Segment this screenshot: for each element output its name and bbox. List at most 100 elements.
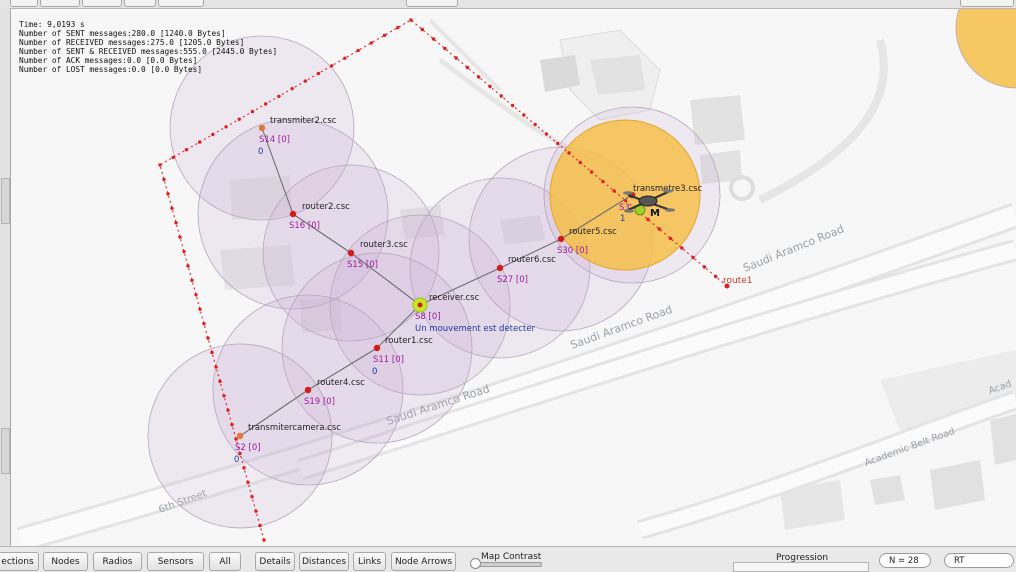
route-waypoint — [277, 94, 281, 99]
stats-line: Number of ACK messages:0.0 [0.0 Bytes] — [19, 56, 197, 65]
node-name: receiver.csc — [429, 293, 480, 303]
left-panel-handle[interactable] — [1, 178, 10, 224]
route-waypoint — [443, 46, 447, 51]
route-waypoint — [202, 321, 206, 326]
top-tab[interactable] — [40, 0, 80, 7]
route-waypoint — [184, 148, 189, 152]
node-id: S27 [0] — [497, 275, 528, 285]
node-id: S8 [0] — [415, 312, 441, 322]
route-waypoint — [465, 65, 470, 70]
route-waypoint — [226, 408, 230, 412]
route-waypoint — [197, 140, 202, 144]
stats-line: Number of SENT & RECEIVED messages:555.0… — [19, 47, 277, 56]
stats-line: Number of SENT messages:280.0 [1240.0 By… — [19, 29, 226, 38]
distances-button[interactable]: Distances — [299, 552, 349, 571]
node-name: transmiter2.csc — [270, 116, 337, 126]
route-waypoint — [166, 192, 170, 196]
route-waypoint — [702, 265, 707, 269]
sensors-button[interactable]: Sensors — [147, 552, 204, 571]
route-waypoint — [477, 75, 481, 79]
route-waypoint — [691, 255, 695, 260]
sensor-node-icon[interactable] — [347, 249, 355, 257]
node-count-field: N = 28 — [879, 553, 931, 568]
route-waypoint — [254, 509, 258, 513]
route-waypoint — [246, 480, 250, 485]
route-waypoint — [178, 235, 182, 239]
route-waypoint — [431, 37, 436, 41]
route-waypoint — [556, 141, 560, 146]
sensor-node-icon[interactable] — [557, 235, 565, 243]
sensor-node-icon[interactable] — [373, 344, 381, 352]
node-name: router4.csc — [317, 378, 365, 388]
receiver-message: Un mouvement est detecter — [415, 324, 535, 334]
details-button[interactable]: Details — [255, 552, 295, 571]
nodes-button[interactable]: Nodes — [43, 552, 88, 571]
left-panel-handle[interactable] — [1, 428, 10, 474]
route-waypoint — [234, 437, 238, 441]
route-waypoint — [158, 163, 162, 167]
route-waypoint — [409, 18, 413, 22]
node-id: S30 [0] — [557, 246, 588, 256]
route-waypoint — [714, 274, 718, 279]
route-waypoint — [170, 206, 174, 210]
route-waypoint — [194, 293, 198, 297]
top-tab[interactable] — [158, 0, 204, 7]
route-waypoint — [186, 264, 190, 268]
route-label: route1 — [723, 276, 753, 286]
route-waypoint — [488, 84, 492, 89]
sections-button[interactable]: ections — [0, 552, 39, 571]
stats-line: Time: 9,0193 s — [19, 20, 85, 29]
sensor-node-icon[interactable] — [236, 432, 244, 440]
route-waypoint — [250, 495, 254, 499]
map-contrast-slider[interactable] — [474, 562, 542, 567]
top-tab[interactable] — [960, 0, 1014, 7]
route-waypoint — [356, 48, 360, 53]
sensor-node-icon[interactable] — [304, 386, 312, 394]
node-arrows-button[interactable]: Node Arrows — [391, 552, 456, 571]
left-panel-strip — [0, 8, 11, 546]
top-tab[interactable] — [82, 0, 122, 7]
route-waypoint — [211, 132, 215, 137]
route-waypoint — [224, 125, 228, 129]
route-waypoint — [589, 170, 594, 174]
node-name: router1.csc — [385, 336, 433, 346]
route-waypoint — [222, 394, 226, 398]
map-contrast-slider-handle[interactable] — [470, 558, 481, 569]
sensor-node-icon[interactable] — [258, 124, 266, 132]
node-id: S16 [0] — [289, 221, 320, 231]
top-tab[interactable] — [124, 0, 156, 7]
route-waypoint — [343, 56, 347, 60]
route-waypoint — [601, 179, 605, 184]
route-waypoint — [198, 307, 202, 311]
node-name: router6.csc — [508, 255, 556, 265]
sensor-node-icon[interactable] — [289, 210, 297, 218]
route-waypoint — [316, 71, 321, 76]
simulation-map[interactable]: Saudi Aramco Road Saudi Aramco Road Saud… — [11, 9, 1016, 546]
stats-line: Number of LOST messages:0.0 [0.0 Bytes] — [19, 65, 202, 74]
route-waypoint — [499, 94, 503, 98]
route-waypoint — [567, 151, 571, 155]
route-waypoint — [369, 41, 374, 45]
route-waypoint — [218, 379, 222, 384]
route-waypoint — [578, 160, 582, 165]
route-waypoint — [206, 336, 210, 340]
route-waypoint — [182, 249, 186, 254]
route-waypoint — [230, 422, 234, 427]
route-waypoint — [533, 122, 537, 127]
all-button[interactable]: All — [209, 552, 241, 571]
route-waypoint — [174, 220, 178, 225]
top-tab[interactable] — [10, 0, 38, 7]
top-tab[interactable] — [406, 0, 458, 7]
route-waypoint — [680, 246, 684, 250]
node-name: router2.csc — [302, 202, 350, 212]
node-id: S11 [0] — [373, 355, 404, 365]
drone-label: M — [650, 208, 660, 219]
route-waypoint — [290, 86, 294, 91]
links-button[interactable]: Links — [353, 552, 386, 571]
node-counter: 1 — [620, 214, 625, 224]
sensor-node-icon[interactable] — [496, 264, 504, 272]
node-name: router5.csc — [569, 227, 617, 237]
rt-field[interactable]: RT — [944, 553, 1014, 568]
route-waypoint — [210, 350, 214, 355]
radios-button[interactable]: Radios — [93, 552, 142, 571]
